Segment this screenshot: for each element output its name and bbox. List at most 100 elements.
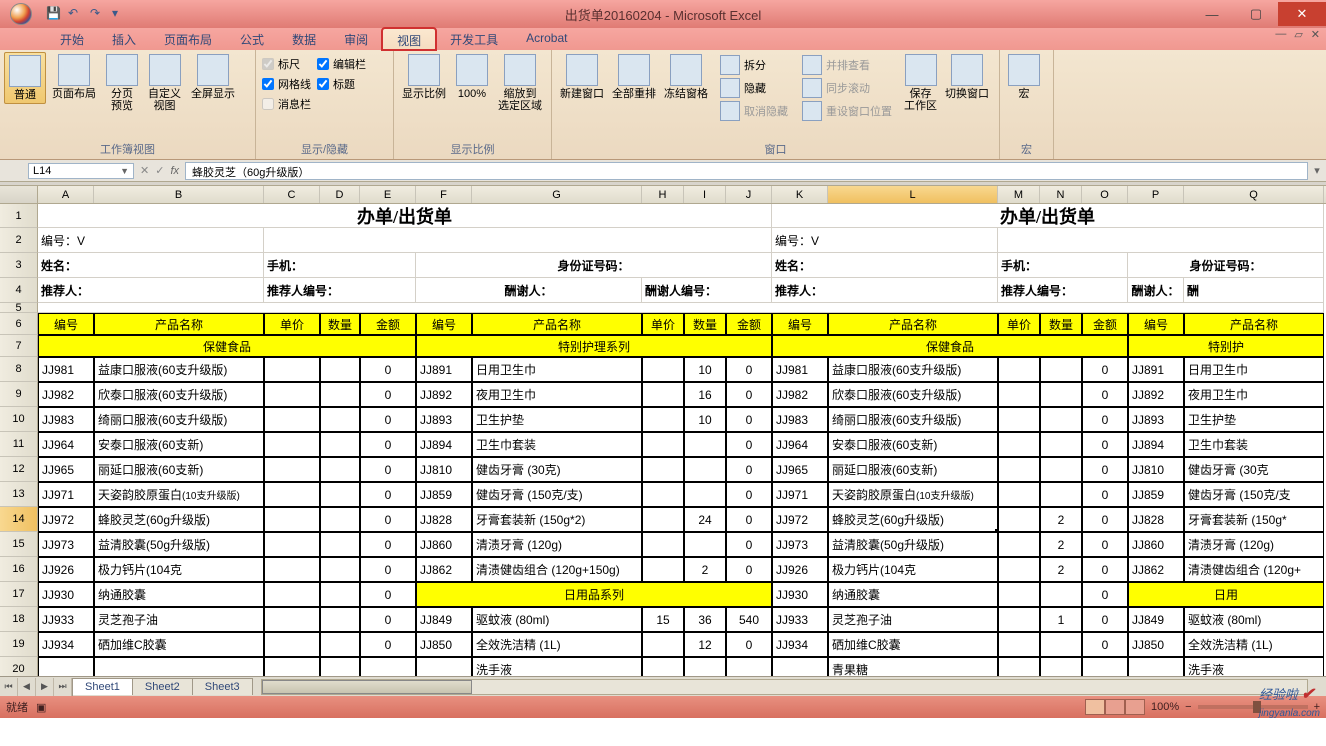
cell[interactable]: 540 bbox=[726, 607, 772, 632]
cell[interactable]: 健齿牙膏 (30克) bbox=[472, 457, 642, 482]
cell[interactable] bbox=[264, 357, 320, 382]
cell[interactable] bbox=[642, 532, 684, 557]
cell[interactable]: JJ982 bbox=[772, 382, 828, 407]
cell[interactable] bbox=[684, 532, 726, 557]
cell[interactable] bbox=[320, 632, 360, 657]
cell[interactable]: 16 bbox=[684, 382, 726, 407]
cell[interactable]: JJ965 bbox=[772, 457, 828, 482]
window-small-拆分[interactable]: 拆分 bbox=[716, 54, 792, 76]
cell[interactable]: 青果糖 bbox=[828, 657, 998, 676]
next-sheet-button[interactable]: ▶ bbox=[36, 678, 54, 696]
cell[interactable] bbox=[998, 407, 1040, 432]
cell[interactable] bbox=[1040, 432, 1082, 457]
tab-开始[interactable]: 开始 bbox=[46, 28, 98, 50]
horizontal-scrollbar[interactable] bbox=[261, 679, 1308, 695]
macros-button[interactable]: 宏 bbox=[1004, 52, 1044, 102]
row-header-16[interactable]: 16 bbox=[0, 557, 38, 582]
zoom-level[interactable]: 100% bbox=[1151, 701, 1179, 713]
cell[interactable]: 纳通胶囊 bbox=[94, 582, 264, 607]
sec[interactable]: 日用品系列 bbox=[416, 582, 772, 607]
cell[interactable]: 0 bbox=[726, 482, 772, 507]
cell[interactable] bbox=[684, 457, 726, 482]
cell[interactable]: 0 bbox=[726, 357, 772, 382]
col-header-M[interactable]: M bbox=[998, 186, 1040, 203]
zoom-out-button[interactable]: − bbox=[1185, 701, 1191, 713]
cancel-icon[interactable]: ✕ bbox=[140, 164, 149, 177]
cell[interactable] bbox=[642, 482, 684, 507]
tab-页面布局[interactable]: 页面布局 bbox=[150, 28, 226, 50]
cell[interactable]: JJ891 bbox=[416, 357, 472, 382]
cell[interactable] bbox=[320, 482, 360, 507]
view-btn-0[interactable]: 普通 bbox=[4, 52, 46, 104]
row-header-9[interactable]: 9 bbox=[0, 382, 38, 407]
cell[interactable]: JJ983 bbox=[772, 407, 828, 432]
row-header-17[interactable]: 17 bbox=[0, 582, 38, 607]
cell[interactable]: JJ849 bbox=[1128, 607, 1184, 632]
cell[interactable]: JJ926 bbox=[772, 557, 828, 582]
col-header-D[interactable]: D bbox=[320, 186, 360, 203]
cell[interactable]: JJ971 bbox=[38, 482, 94, 507]
cell[interactable]: 绮丽口服液(60支升级版) bbox=[828, 407, 998, 432]
cell[interactable] bbox=[264, 557, 320, 582]
title-right[interactable]: 办单/出货单 bbox=[772, 204, 1324, 228]
cell[interactable]: JJ859 bbox=[1128, 482, 1184, 507]
doc-restore-button[interactable]: ▱ bbox=[1294, 28, 1302, 41]
row-header-19[interactable]: 19 bbox=[0, 632, 38, 657]
cell[interactable]: JJ982 bbox=[38, 382, 94, 407]
row-header-18[interactable]: 18 bbox=[0, 607, 38, 632]
window-right-0[interactable]: 保存工作区 bbox=[900, 52, 941, 114]
cell-b3[interactable]: 手机： bbox=[264, 253, 416, 278]
col-header-I[interactable]: I bbox=[684, 186, 726, 203]
checkbox-消息栏[interactable]: 消息栏 bbox=[262, 96, 311, 112]
cell[interactable]: JJ810 bbox=[1128, 457, 1184, 482]
cell[interactable] bbox=[1040, 382, 1082, 407]
cell[interactable] bbox=[642, 432, 684, 457]
cell-f3[interactable]: 身份证号码： bbox=[416, 253, 772, 278]
cell[interactable]: JJ972 bbox=[38, 507, 94, 532]
tab-数据[interactable]: 数据 bbox=[278, 28, 330, 50]
cell[interactable]: JJ981 bbox=[772, 357, 828, 382]
cell[interactable]: 2 bbox=[1040, 557, 1082, 582]
cell[interactable] bbox=[726, 657, 772, 676]
cell[interactable]: 0 bbox=[1082, 457, 1128, 482]
checkbox-网格线[interactable]: 网格线 bbox=[262, 76, 311, 92]
cell[interactable] bbox=[998, 532, 1040, 557]
minimize-button[interactable]: — bbox=[1190, 2, 1234, 26]
cell[interactable]: 蜂胶灵芝(60g升级版) bbox=[828, 507, 998, 532]
cell[interactable] bbox=[998, 507, 1040, 532]
col-header-L[interactable]: L bbox=[828, 186, 998, 203]
cell-a3[interactable]: 姓名： bbox=[38, 253, 264, 278]
cell[interactable] bbox=[264, 432, 320, 457]
hdr[interactable]: 单价 bbox=[264, 313, 320, 335]
checkbox-编辑栏[interactable]: 编辑栏 bbox=[317, 56, 366, 72]
cell[interactable] bbox=[320, 407, 360, 432]
cell[interactable] bbox=[998, 607, 1040, 632]
cell[interactable]: 健齿牙膏 (150克/支 bbox=[1184, 482, 1324, 507]
cell[interactable] bbox=[998, 457, 1040, 482]
cell-b4[interactable]: 推荐人编号： bbox=[264, 278, 416, 303]
cell-f4[interactable]: 酬谢人： bbox=[416, 278, 642, 303]
view-btn-3[interactable]: 自定义视图 bbox=[144, 52, 185, 114]
cell[interactable]: 天姿韵胶原蛋白 (10支升级版) bbox=[94, 482, 264, 507]
checkbox-标尺[interactable]: 标尺 bbox=[262, 56, 311, 72]
row-header-14[interactable]: 14 bbox=[0, 507, 38, 532]
cell[interactable]: 全效洗洁精 (1L) bbox=[1184, 632, 1324, 657]
cell[interactable] bbox=[1082, 657, 1128, 676]
cell[interactable]: JJ891 bbox=[1128, 357, 1184, 382]
sec[interactable]: 特别护理系列 bbox=[416, 335, 772, 357]
tab-开发工具[interactable]: 开发工具 bbox=[436, 28, 512, 50]
cell[interactable]: JJ934 bbox=[772, 632, 828, 657]
cell[interactable] bbox=[998, 228, 1324, 253]
cell[interactable] bbox=[772, 657, 828, 676]
cell[interactable] bbox=[264, 532, 320, 557]
cell[interactable] bbox=[642, 457, 684, 482]
cell[interactable]: 0 bbox=[1082, 632, 1128, 657]
cell[interactable]: 牙膏套装新 (150g*2) bbox=[472, 507, 642, 532]
row-header-10[interactable]: 10 bbox=[0, 407, 38, 432]
cell-a2[interactable]: 编号：V bbox=[38, 228, 264, 253]
undo-icon[interactable]: ↶ bbox=[68, 6, 84, 22]
cell[interactable]: 0 bbox=[360, 507, 416, 532]
cell[interactable]: JJ862 bbox=[1128, 557, 1184, 582]
col-header-O[interactable]: O bbox=[1082, 186, 1128, 203]
col-header-P[interactable]: P bbox=[1128, 186, 1184, 203]
